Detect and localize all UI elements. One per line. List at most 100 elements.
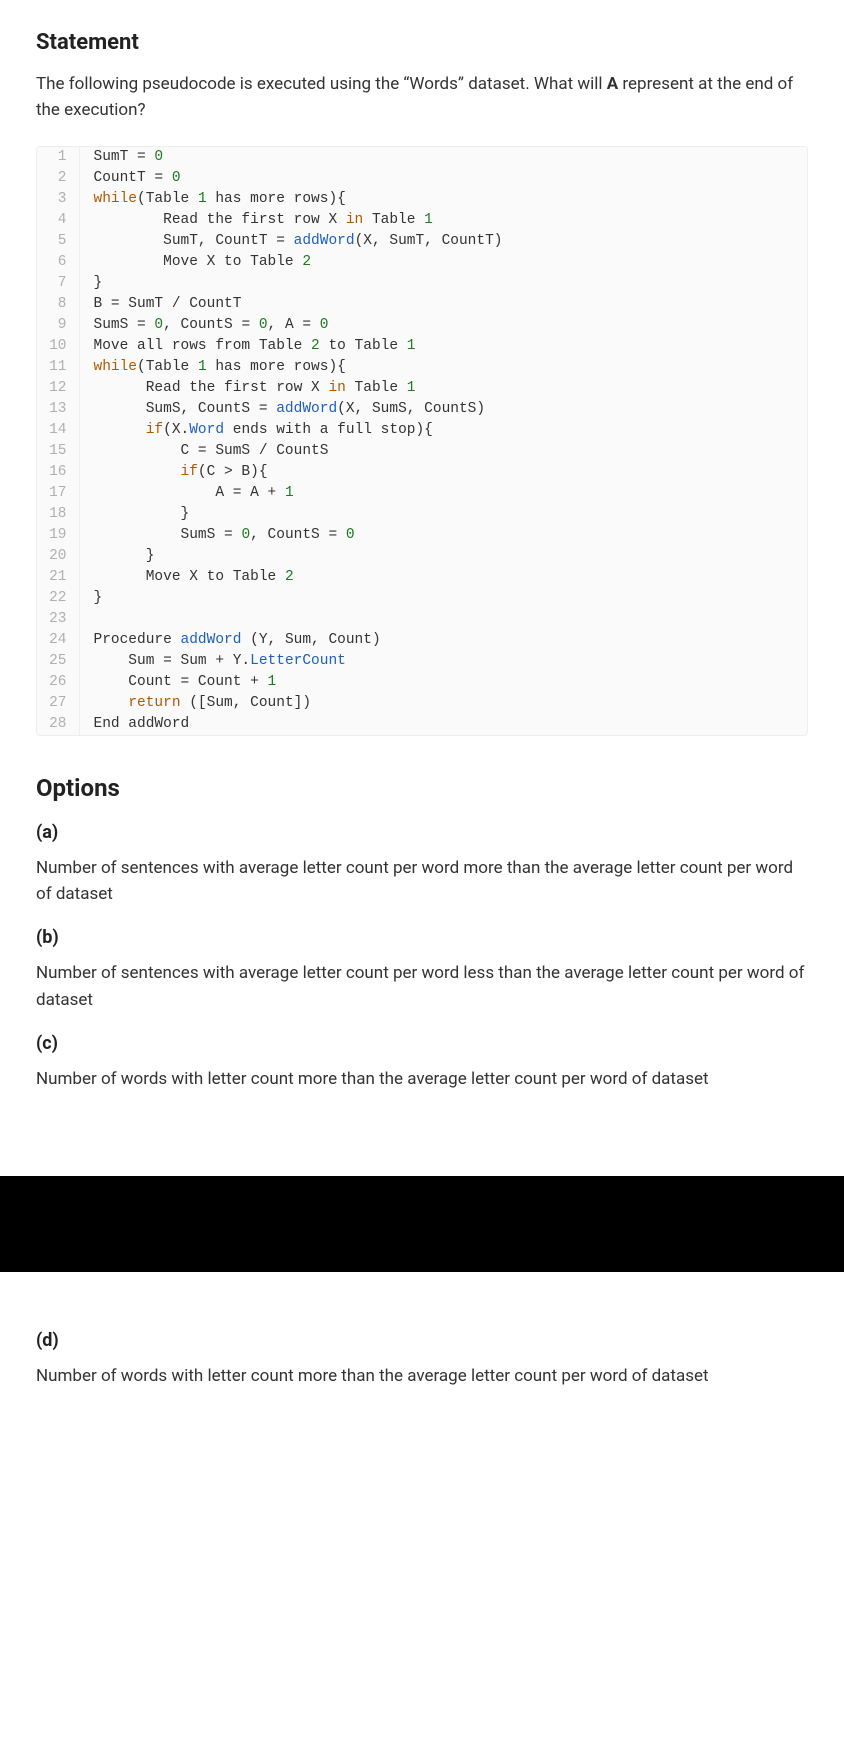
- code-content: }: [79, 273, 807, 294]
- code-line: 28End addWord: [37, 714, 807, 735]
- line-number: 17: [37, 483, 79, 504]
- line-number: 11: [37, 357, 79, 378]
- code-line: 6 Move X to Table 2: [37, 252, 807, 273]
- line-number: 25: [37, 651, 79, 672]
- code-content: SumT = 0: [79, 147, 807, 168]
- question-bold: A: [607, 74, 618, 94]
- code-content: A = A + 1: [79, 483, 807, 504]
- code-content: return ([Sum, Count]): [79, 693, 807, 714]
- code-content: Move all rows from Table 2 to Table 1: [79, 336, 807, 357]
- code-content: }: [79, 546, 807, 567]
- code-line: 10Move all rows from Table 2 to Table 1: [37, 336, 807, 357]
- code-line: 11while(Table 1 has more rows){: [37, 357, 807, 378]
- code-line: 9SumS = 0, CountS = 0, A = 0: [37, 315, 807, 336]
- code-content: while(Table 1 has more rows){: [79, 357, 807, 378]
- code-line: 25 Sum = Sum + Y.LetterCount: [37, 651, 807, 672]
- option-text: Number of sentences with average letter …: [36, 855, 808, 908]
- line-number: 16: [37, 462, 79, 483]
- code-line: 2CountT = 0: [37, 168, 807, 189]
- code-content: Read the first row X in Table 1: [79, 378, 807, 399]
- code-line: 27 return ([Sum, Count]): [37, 693, 807, 714]
- code-content: B = SumT / CountT: [79, 294, 807, 315]
- option-label: (d): [36, 1330, 808, 1351]
- code-line: 5 SumT, CountT = addWord(X, SumT, CountT…: [37, 231, 807, 252]
- line-number: 19: [37, 525, 79, 546]
- line-number: 12: [37, 378, 79, 399]
- code-line: 18 }: [37, 504, 807, 525]
- line-number: 18: [37, 504, 79, 525]
- code-content: Count = Count + 1: [79, 672, 807, 693]
- line-number: 21: [37, 567, 79, 588]
- code-line: 24Procedure addWord (Y, Sum, Count): [37, 630, 807, 651]
- line-number: 3: [37, 189, 79, 210]
- code-content: SumS = 0, CountS = 0: [79, 525, 807, 546]
- line-number: 26: [37, 672, 79, 693]
- code-line: 12 Read the first row X in Table 1: [37, 378, 807, 399]
- line-number: 9: [37, 315, 79, 336]
- code-line: 4 Read the first row X in Table 1: [37, 210, 807, 231]
- code-line: 20 }: [37, 546, 807, 567]
- code-table: 1SumT = 02CountT = 03while(Table 1 has m…: [37, 147, 807, 735]
- statement-heading: Statement: [36, 30, 808, 55]
- code-content: Move X to Table 2: [79, 252, 807, 273]
- line-number: 5: [37, 231, 79, 252]
- code-content: [79, 609, 807, 630]
- code-line: 14 if(X.Word ends with a full stop){: [37, 420, 807, 441]
- option-text: Number of words with letter count more t…: [36, 1363, 808, 1389]
- code-line: 19 SumS = 0, CountS = 0: [37, 525, 807, 546]
- option-text: Number of sentences with average letter …: [36, 960, 808, 1013]
- code-content: while(Table 1 has more rows){: [79, 189, 807, 210]
- pseudocode-block: 1SumT = 02CountT = 03while(Table 1 has m…: [36, 146, 808, 736]
- line-number: 1: [37, 147, 79, 168]
- code-content: C = SumS / CountS: [79, 441, 807, 462]
- code-line: 15 C = SumS / CountS: [37, 441, 807, 462]
- code-content: Procedure addWord (Y, Sum, Count): [79, 630, 807, 651]
- code-content: Move X to Table 2: [79, 567, 807, 588]
- option-label: (c): [36, 1033, 808, 1054]
- question-page: Statement The following pseudocode is ex…: [0, 0, 844, 1738]
- line-number: 22: [37, 588, 79, 609]
- code-line: 23: [37, 609, 807, 630]
- separator-bar: [0, 1176, 844, 1272]
- code-line: 7}: [37, 273, 807, 294]
- code-line: 16 if(C > B){: [37, 462, 807, 483]
- code-line: 1SumT = 0: [37, 147, 807, 168]
- code-content: if(X.Word ends with a full stop){: [79, 420, 807, 441]
- question-prefix: The following pseudocode is executed usi…: [36, 74, 607, 94]
- line-number: 13: [37, 399, 79, 420]
- code-line: 13 SumS, CountS = addWord(X, SumS, Count…: [37, 399, 807, 420]
- code-content: }: [79, 504, 807, 525]
- code-content: if(C > B){: [79, 462, 807, 483]
- options-list: (a) Number of sentences with average lett…: [36, 822, 808, 1390]
- code-line: 17 A = A + 1: [37, 483, 807, 504]
- code-content: SumS, CountS = addWord(X, SumS, CountS): [79, 399, 807, 420]
- line-number: 15: [37, 441, 79, 462]
- code-content: CountT = 0: [79, 168, 807, 189]
- line-number: 4: [37, 210, 79, 231]
- question-text: The following pseudocode is executed usi…: [36, 71, 808, 124]
- line-number: 8: [37, 294, 79, 315]
- option-text: Number of words with letter count more t…: [36, 1066, 808, 1092]
- option-label: (b): [36, 927, 808, 948]
- code-content: End addWord: [79, 714, 807, 735]
- options-heading: Options: [36, 774, 808, 802]
- code-content: SumS = 0, CountS = 0, A = 0: [79, 315, 807, 336]
- line-number: 24: [37, 630, 79, 651]
- code-content: Sum = Sum + Y.LetterCount: [79, 651, 807, 672]
- code-line: 8B = SumT / CountT: [37, 294, 807, 315]
- code-content: }: [79, 588, 807, 609]
- line-number: 6: [37, 252, 79, 273]
- code-line: 3while(Table 1 has more rows){: [37, 189, 807, 210]
- line-number: 27: [37, 693, 79, 714]
- option-label: (a): [36, 822, 808, 843]
- line-number: 28: [37, 714, 79, 735]
- code-content: SumT, CountT = addWord(X, SumT, CountT): [79, 231, 807, 252]
- line-number: 10: [37, 336, 79, 357]
- line-number: 7: [37, 273, 79, 294]
- code-line: 26 Count = Count + 1: [37, 672, 807, 693]
- line-number: 23: [37, 609, 79, 630]
- line-number: 20: [37, 546, 79, 567]
- code-line: 22}: [37, 588, 807, 609]
- code-content: Read the first row X in Table 1: [79, 210, 807, 231]
- line-number: 2: [37, 168, 79, 189]
